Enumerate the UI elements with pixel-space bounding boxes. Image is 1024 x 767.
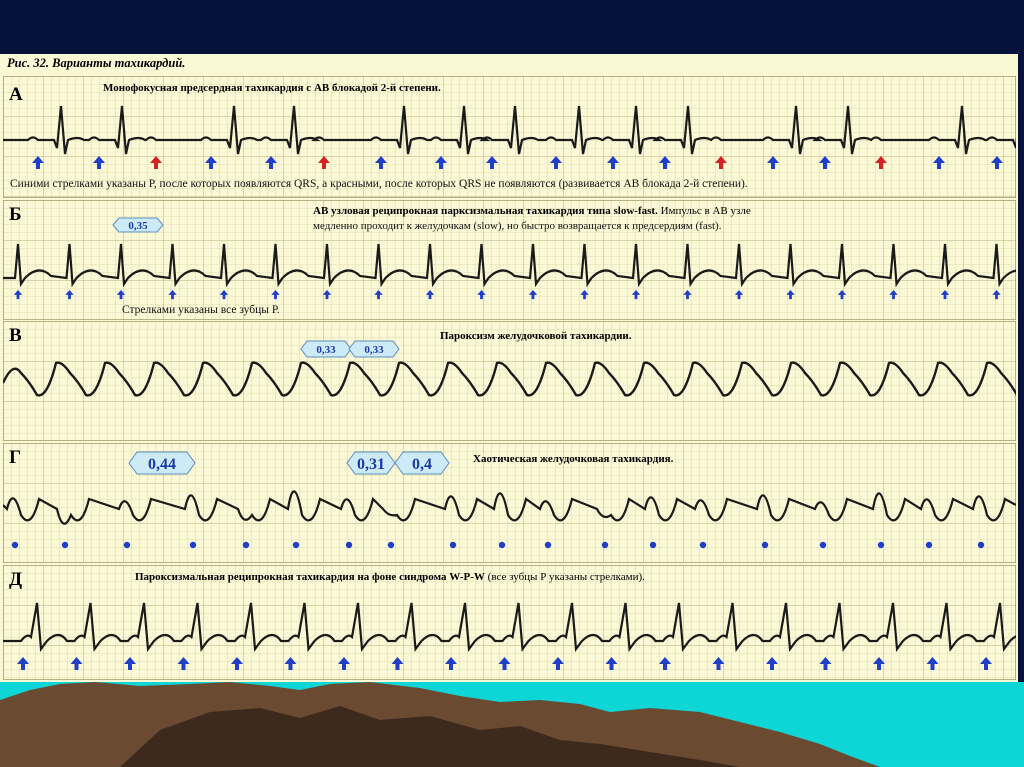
interval-label-g-1: 0,44 [128, 451, 196, 475]
ecg-strip-b: 0,35 [3, 200, 1016, 320]
beat-dot [61, 541, 69, 549]
strip-title-d: Пароксизмальная реципрокная тахикардия н… [135, 571, 645, 583]
strip-letter-v: В [9, 325, 22, 346]
beat-dot [11, 541, 19, 549]
beat-dot [601, 541, 609, 549]
beat-dot [292, 541, 300, 549]
interval-label-v-2: 0,33 [348, 340, 400, 358]
strip-letter-g: Г [9, 447, 22, 468]
interval-label-g-2-text: 0,31 [357, 456, 385, 473]
beat-dot [925, 541, 933, 549]
beat-dot [242, 541, 250, 549]
strip-title-g: Хаотическая желудочковая тахикардия. [473, 453, 674, 465]
beat-dot [498, 541, 506, 549]
interval-label-g-3: 0,4 [394, 451, 450, 475]
strip-letter-a: А [9, 84, 23, 105]
beat-dot [345, 541, 353, 549]
beat-dot [977, 541, 985, 549]
beat-dot [699, 541, 707, 549]
beat-dot [761, 541, 769, 549]
beat-dot [123, 541, 131, 549]
strip-title-d-tail: (все зубцы Р указаны стрелками). [484, 571, 645, 583]
interval-label-v-2-text: 0,33 [364, 344, 384, 356]
strip-letter-b: Б [9, 204, 22, 225]
strip-title-v: Пароксизм желудочковой тахикардии. [440, 330, 632, 342]
interval-label-g-1-text: 0,44 [148, 456, 176, 473]
strip-title-d-bold: Пароксизмальная реципрокная тахикардия н… [135, 571, 485, 583]
strip-letter-d: Д [9, 569, 23, 590]
strip-title-a: Монофокусная предсердная тахикардия с АВ… [103, 82, 441, 94]
beat-dot [189, 541, 197, 549]
strip-title-b-tail: Импульс в АВ узле [657, 205, 751, 217]
beat-dot [544, 541, 552, 549]
interval-label-g-3-text: 0,4 [412, 456, 432, 473]
beat-dot [649, 541, 657, 549]
beat-dot [387, 541, 395, 549]
strip-title-b-bold: АВ узловая реципрокная парксизмальная та… [313, 205, 658, 217]
interval-label-b-1-text: 0,35 [128, 220, 148, 232]
interval-label-v-1: 0,33 [300, 340, 352, 358]
strip-title-b-line2: медленно проходит к желудочкам (slow), н… [313, 220, 722, 232]
strip-title-b: АВ узловая реципрокная парксизмальная та… [313, 205, 751, 217]
strip-note-b: Стрелками указаны все зубцы Р. [122, 304, 280, 316]
interval-label-g-2: 0,31 [346, 451, 396, 475]
interval-label-b-1: 0,35 [112, 217, 164, 233]
beat-dot [819, 541, 827, 549]
beat-dot [877, 541, 885, 549]
strip-note-a: Синими стрелками указаны Р, после которы… [10, 178, 748, 190]
interval-label-v-1-text: 0,33 [316, 344, 336, 356]
figure-caption: Рис. 32. Варианты тахикардий. [7, 56, 186, 70]
beat-dot [449, 541, 457, 549]
